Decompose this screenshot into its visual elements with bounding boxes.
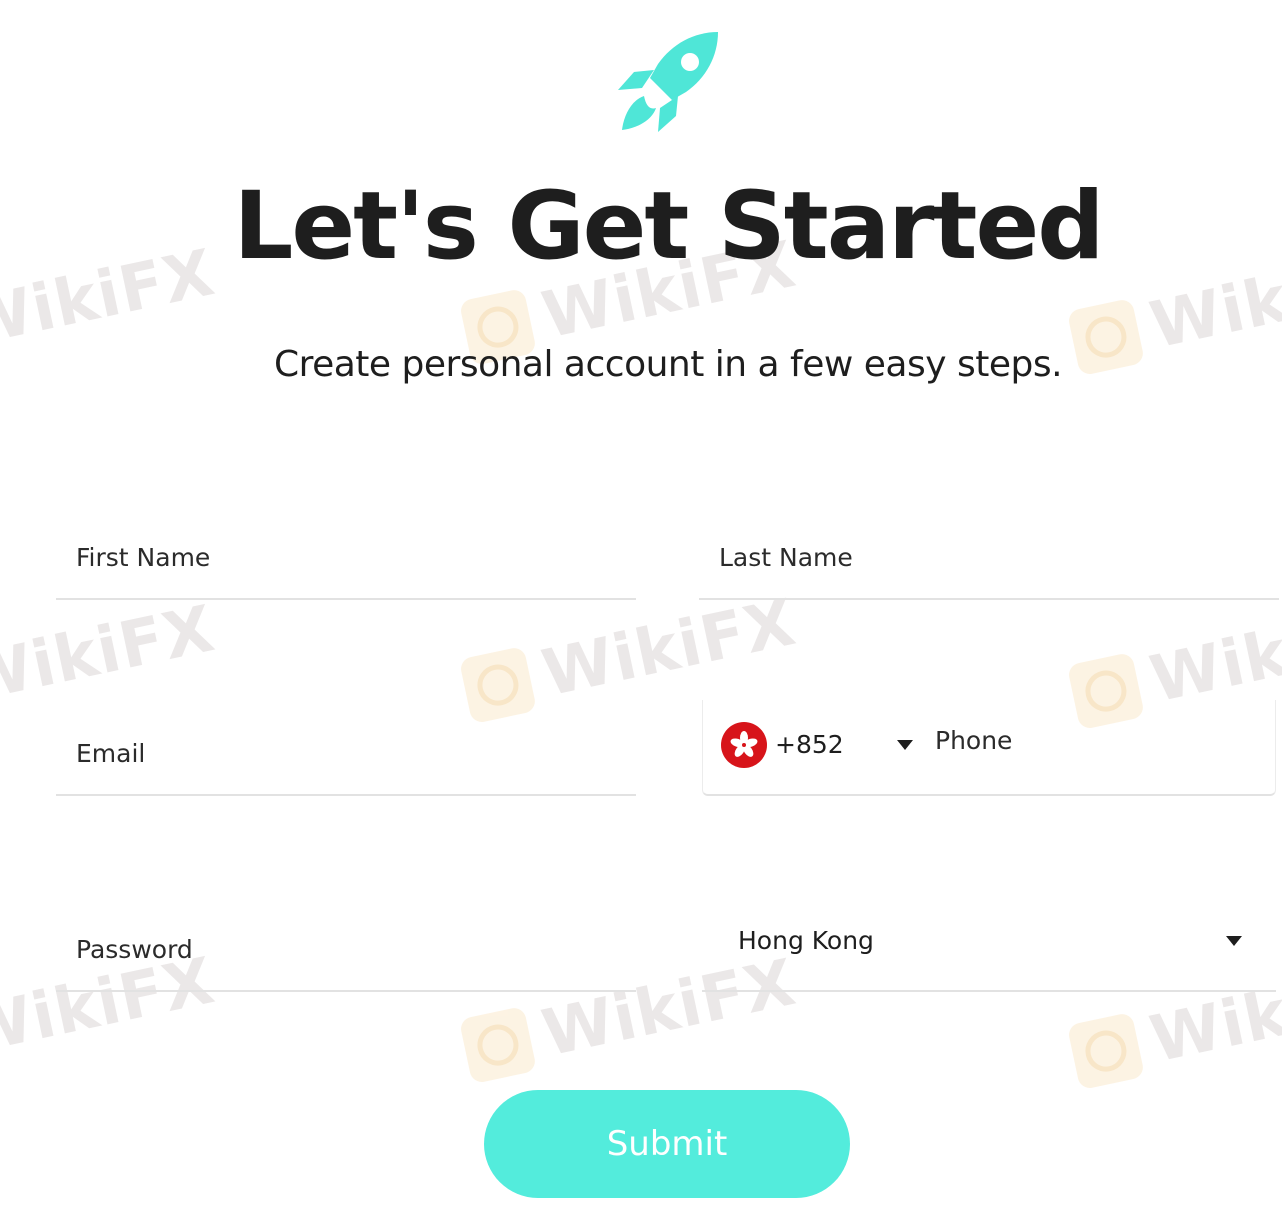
page-subtitle: Create personal account in a few easy st… <box>273 344 1063 385</box>
chevron-down-icon[interactable] <box>1226 936 1242 946</box>
email-input[interactable] <box>76 739 616 768</box>
email-field <box>56 700 636 796</box>
signup-page: WikiFX WikiFX WikiFX WikiFX WikiFX WikiF… <box>0 0 1282 1224</box>
watermark-logo-icon <box>1066 1011 1146 1091</box>
country-select[interactable]: Hong Kong <box>702 896 1276 992</box>
page-title: Let's Get Started <box>233 172 1104 281</box>
submit-button[interactable]: Submit <box>484 1090 850 1198</box>
chevron-down-icon[interactable] <box>897 740 913 750</box>
country-select-value: Hong Kong <box>738 926 874 955</box>
password-input[interactable] <box>76 935 616 964</box>
watermark-logo-icon <box>458 1005 538 1085</box>
first-name-field <box>56 504 636 600</box>
password-field <box>56 896 636 992</box>
last-name-input[interactable] <box>719 543 1259 572</box>
dial-code-selector[interactable]: +852 <box>775 730 844 759</box>
watermark-text: WikiFX <box>0 592 221 718</box>
watermark-text: WikiFX <box>1144 591 1282 718</box>
bauhinia-icon <box>730 731 758 757</box>
last-name-field <box>699 504 1279 600</box>
hong-kong-flag-icon[interactable] <box>721 722 767 768</box>
watermark-text: WikiFX <box>536 585 803 712</box>
phone-input[interactable] <box>935 726 1255 755</box>
first-name-input[interactable] <box>76 543 616 572</box>
phone-field: +852 <box>702 700 1276 796</box>
watermark: WikiFX <box>0 592 221 718</box>
rocket-icon <box>618 32 718 132</box>
